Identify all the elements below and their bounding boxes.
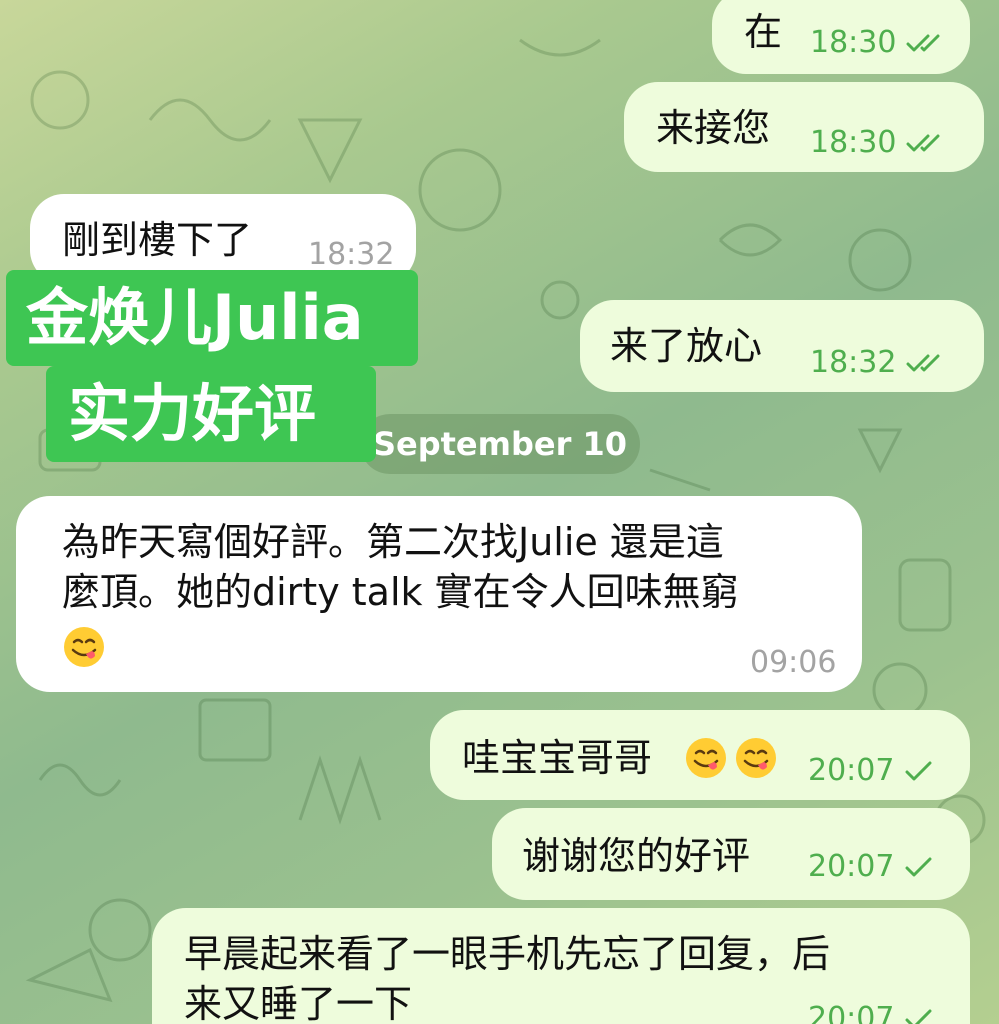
message-bubble-incoming[interactable]: 為昨天寫個好評。第二次找Julie 還是這 麼頂。她的dirty talk 實在… [16, 496, 862, 692]
message-text-line: 来又睡了一下 [184, 982, 413, 1024]
message-time: 20:07 [808, 753, 895, 788]
message-time: 18:30 [810, 25, 897, 60]
message-text-line: 為昨天寫個好評。第二次找Julie 還是這 [62, 520, 724, 564]
message-text: 在 [744, 10, 783, 54]
message-bubble-outgoing[interactable]: 早晨起来看了一眼手机先忘了回复，后 来又睡了一下 20:07 [152, 908, 970, 1024]
message-bubble-outgoing[interactable]: 谢谢您的好评 20:07 [492, 808, 970, 900]
read-double-check-icon [906, 133, 948, 153]
message-time: 18:30 [810, 125, 897, 160]
message-meta: 20:07 [808, 850, 934, 884]
message-meta: 20:07 [808, 1002, 934, 1024]
message-bubble-outgoing[interactable]: 来了放心 18:32 [580, 300, 984, 392]
message-bubble-outgoing[interactable]: 来接您 18:30 [624, 82, 984, 172]
message-meta: 18:30 [810, 126, 948, 160]
yum-face-emoji [686, 738, 726, 778]
message-text: 剛到樓下了 [62, 218, 253, 262]
message-text: 哇宝宝哥哥 [462, 736, 653, 780]
sent-single-check-icon [904, 761, 934, 781]
message-text-line: 麼頂。她的dirty talk 實在令人回味無窮 [62, 570, 739, 614]
message-time: 18:32 [308, 237, 395, 272]
message-meta: 20:07 [808, 754, 934, 788]
yum-face-emoji [64, 627, 104, 667]
message-text-line: 早晨起来看了一眼手机先忘了回复，后 [184, 932, 831, 976]
message-time: 20:07 [808, 849, 895, 884]
message-bubble-outgoing[interactable]: 哇宝宝哥哥 20:07 [430, 710, 970, 800]
message-meta: 18:32 [810, 346, 948, 380]
message-time: 09:06 [750, 645, 837, 680]
message-bubble-outgoing[interactable]: 在 18:30 [712, 0, 970, 74]
read-double-check-icon [906, 33, 948, 53]
date-separator: September 10 [360, 414, 640, 474]
promo-overlay-line2: 实力好评 [46, 366, 376, 462]
message-meta: 18:30 [810, 26, 948, 60]
promo-overlay-line1: 金焕儿Julia [6, 270, 418, 366]
message-text: 来接您 [656, 106, 771, 150]
message-time: 20:07 [808, 1001, 895, 1024]
sent-single-check-icon [904, 857, 934, 877]
message-text: 来了放心 [610, 324, 763, 368]
yum-face-emoji [736, 738, 776, 778]
message-time: 18:32 [810, 345, 897, 380]
sent-single-check-icon [904, 1009, 934, 1024]
message-meta: 18:32 [308, 238, 394, 272]
message-text: 谢谢您的好评 [522, 834, 751, 878]
read-double-check-icon [906, 353, 948, 373]
message-meta: 09:06 [750, 646, 836, 680]
